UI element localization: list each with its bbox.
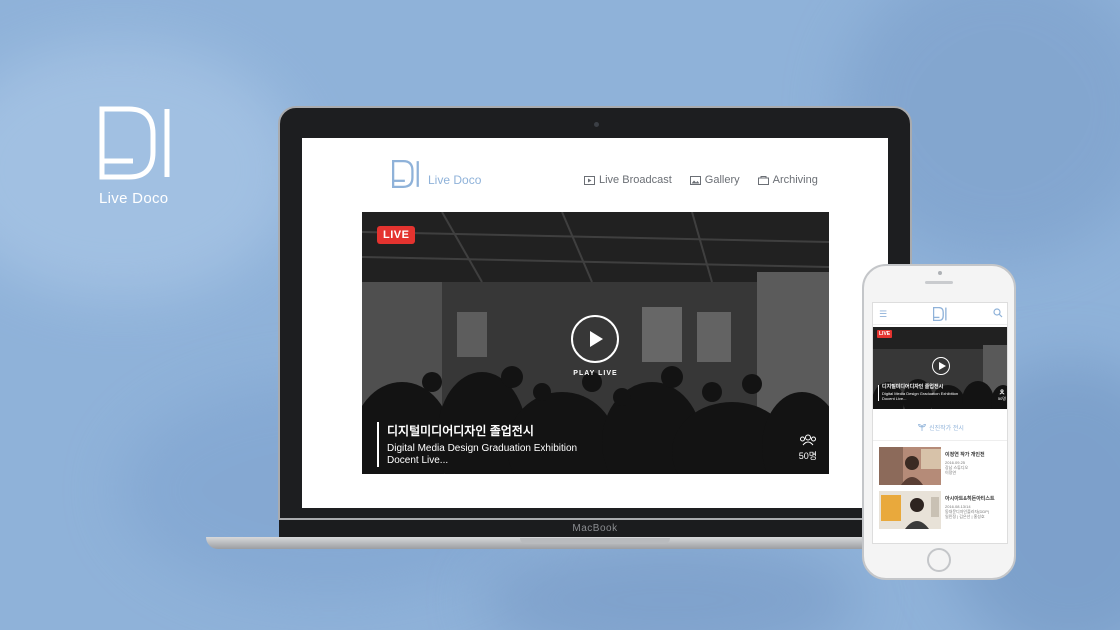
broadcast-icon (584, 175, 595, 185)
viewer-count: 50명 (799, 434, 817, 462)
video-title-en-line2: Docent Live... (387, 455, 449, 466)
phone-screen: ☰ LIVE 디지털미디어디자인 졸업전시 Digital Media Desi… (872, 302, 1008, 544)
phone-live-video[interactable]: LIVE 디지털미디어디자인 졸업전시 Digital Media Design… (873, 327, 1007, 409)
laptop-screen: Live Doco Live Broadcast Gallery Archivi… (302, 138, 888, 508)
exhibition-card-text: 아시아트&히든아티스트 2016.08.13/14 동대문디자인플라자(DDP)… (945, 495, 1005, 519)
video-title-ko: 디지털미디어디자인 졸업전시 (387, 424, 534, 438)
laptop-chin: MacBook (279, 520, 911, 538)
nav-gallery[interactable]: Gallery (689, 174, 740, 186)
live-badge: LIVE (377, 226, 416, 244)
site-logo-icon (392, 160, 419, 188)
live-doco-logo-icon (99, 106, 170, 180)
phone: ☰ LIVE 디지털미디어디자인 졸업전시 Digital Media Desi… (862, 264, 1016, 580)
exhibition-thumbnail (879, 491, 941, 529)
site-logo-text: Live Doco (428, 173, 482, 187)
phone-viewer-count-text: 50명 (997, 396, 1006, 401)
menu-icon[interactable]: ☰ (879, 310, 887, 319)
brand-name: Live Doco (99, 190, 169, 207)
phone-camera (938, 271, 942, 275)
exhibition-card[interactable]: 이정연 작가 개인전 2016.09.25 강남 스튜디오 이정연 (879, 447, 1003, 485)
viewer-count-text: 50명 (798, 451, 817, 461)
exhibition-card-text: 이정연 작가 개인전 2016.09.25 강남 스튜디오 이정연 (945, 451, 1005, 475)
nav-label: Archiving (772, 174, 818, 186)
phone-video-title-en-line2: Docent Live... (882, 396, 907, 401)
phone-video-info: 디지털미디어디자인 졸업전시 Digital Media Design Grad… (878, 385, 958, 401)
nav-label: Live Broadcast (599, 174, 672, 186)
phone-speaker (925, 281, 953, 284)
nav-label: Gallery (704, 174, 740, 186)
nav-live-broadcast[interactable]: Live Broadcast (584, 174, 672, 186)
video-title-en-line1: Digital Media Design Graduation Exhibiti… (387, 443, 578, 454)
exhibition-title: 아시아트&히든아티스트 (945, 496, 995, 502)
exhibition-card[interactable]: 아시아트&히든아티스트 2016.08.13/14 동대문디자인플라자(DDP)… (879, 491, 1003, 529)
phone-section-header: 신진작가 전시 (873, 415, 1007, 441)
exhibition-artist: 일민정 | 김은선 | 홍성호 (945, 514, 985, 519)
exhibition-thumbnail (879, 447, 941, 485)
brand-logo: Live Doco (99, 106, 173, 207)
laptop-camera (594, 122, 599, 127)
exhibition-artist: 이정연 (945, 470, 957, 475)
exhibition-title: 이정연 작가 개인전 (945, 452, 985, 458)
laptop-notch (520, 538, 670, 544)
nav-archiving[interactable]: Archiving (757, 174, 818, 186)
phone-viewer-count: 50명 (998, 389, 1006, 402)
archive-icon (757, 175, 769, 185)
people-icon (999, 389, 1005, 395)
laptop: Live Doco Live Broadcast Gallery Archivi… (278, 106, 912, 520)
live-video-player[interactable]: LIVE PLAY LIVE 디지털미디어디자인 졸업전시 Digital Me… (362, 212, 829, 474)
sprout-icon (918, 424, 927, 431)
play-icon (590, 331, 603, 347)
home-button[interactable] (927, 548, 951, 572)
search-icon[interactable] (993, 308, 1003, 318)
phone-video-title-ko: 디지털미디어디자인 졸업전시 (882, 384, 944, 390)
phone-live-badge: LIVE (877, 330, 893, 338)
people-icon (799, 434, 816, 446)
phone-play-button[interactable] (932, 357, 950, 375)
site-nav: Live Broadcast Gallery Archiving (584, 174, 818, 186)
play-live-button[interactable] (571, 315, 619, 363)
play-icon (939, 362, 946, 370)
phone-section-title: 신진작가 전시 (929, 426, 964, 432)
site-logo[interactable]: Live Doco (392, 160, 481, 188)
phone-header: ☰ (873, 303, 1007, 325)
play-live-label: PLAY LIVE (573, 370, 618, 377)
video-info: 디지털미디어디자인 졸업전시 Digital Media Design Grad… (377, 422, 577, 467)
gallery-icon (689, 175, 701, 185)
device-label: MacBook (572, 523, 618, 534)
phone-logo-icon[interactable] (933, 307, 947, 321)
